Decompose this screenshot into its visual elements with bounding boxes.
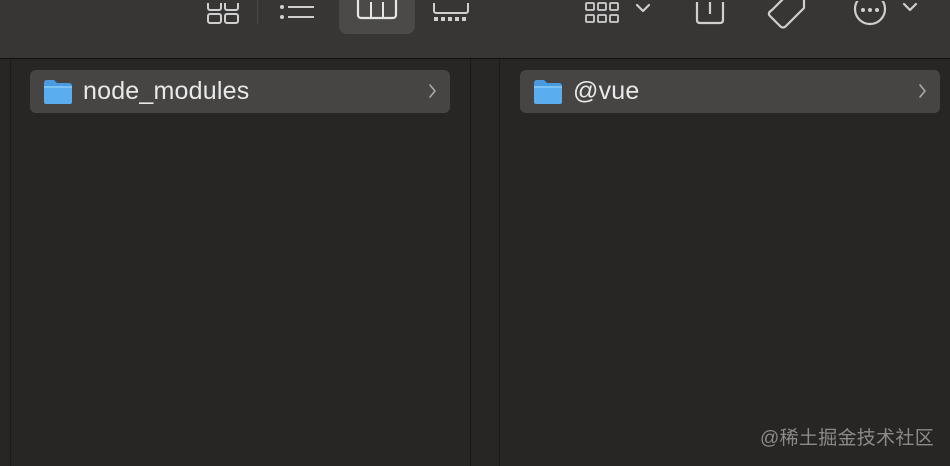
share-icon [695,2,725,25]
more-actions-button[interactable] [852,0,924,30]
column-divider[interactable] [10,59,11,466]
column-browser: node_modules @vue [0,59,950,466]
group-icon [585,2,651,23]
gallery-view-button[interactable] [432,0,472,30]
list-view-button[interactable] [278,0,316,30]
folder-label: @vue [573,77,640,105]
toolbar-separator [257,0,258,24]
icon-view-button[interactable] [206,0,240,30]
folder-label: node_modules [83,77,250,105]
chevron-down-icon [635,3,651,13]
column-divider[interactable] [470,59,471,466]
column-view-button[interactable] [339,0,415,34]
more-actions-icon [853,1,918,26]
folder-icon [44,79,72,104]
toolbar [0,0,950,59]
tag-button[interactable] [766,0,810,30]
column-1-item-node-modules[interactable]: node_modules [30,70,450,113]
icon-view-icon [207,3,239,24]
column-view-icon [356,0,398,20]
chevron-right-icon [919,84,926,98]
column-divider[interactable] [499,59,500,466]
chevron-down-icon [902,2,918,12]
column-2-item-vue[interactable]: @vue [520,70,940,113]
tag-icon [767,0,806,29]
group-button[interactable] [584,0,658,30]
chevron-right-icon [429,84,436,98]
list-view-icon [280,5,314,19]
gallery-view-icon [433,3,469,21]
watermark: @稀土掘金技术社区 [760,428,934,449]
folder-icon [534,79,562,104]
share-button[interactable] [694,0,728,30]
